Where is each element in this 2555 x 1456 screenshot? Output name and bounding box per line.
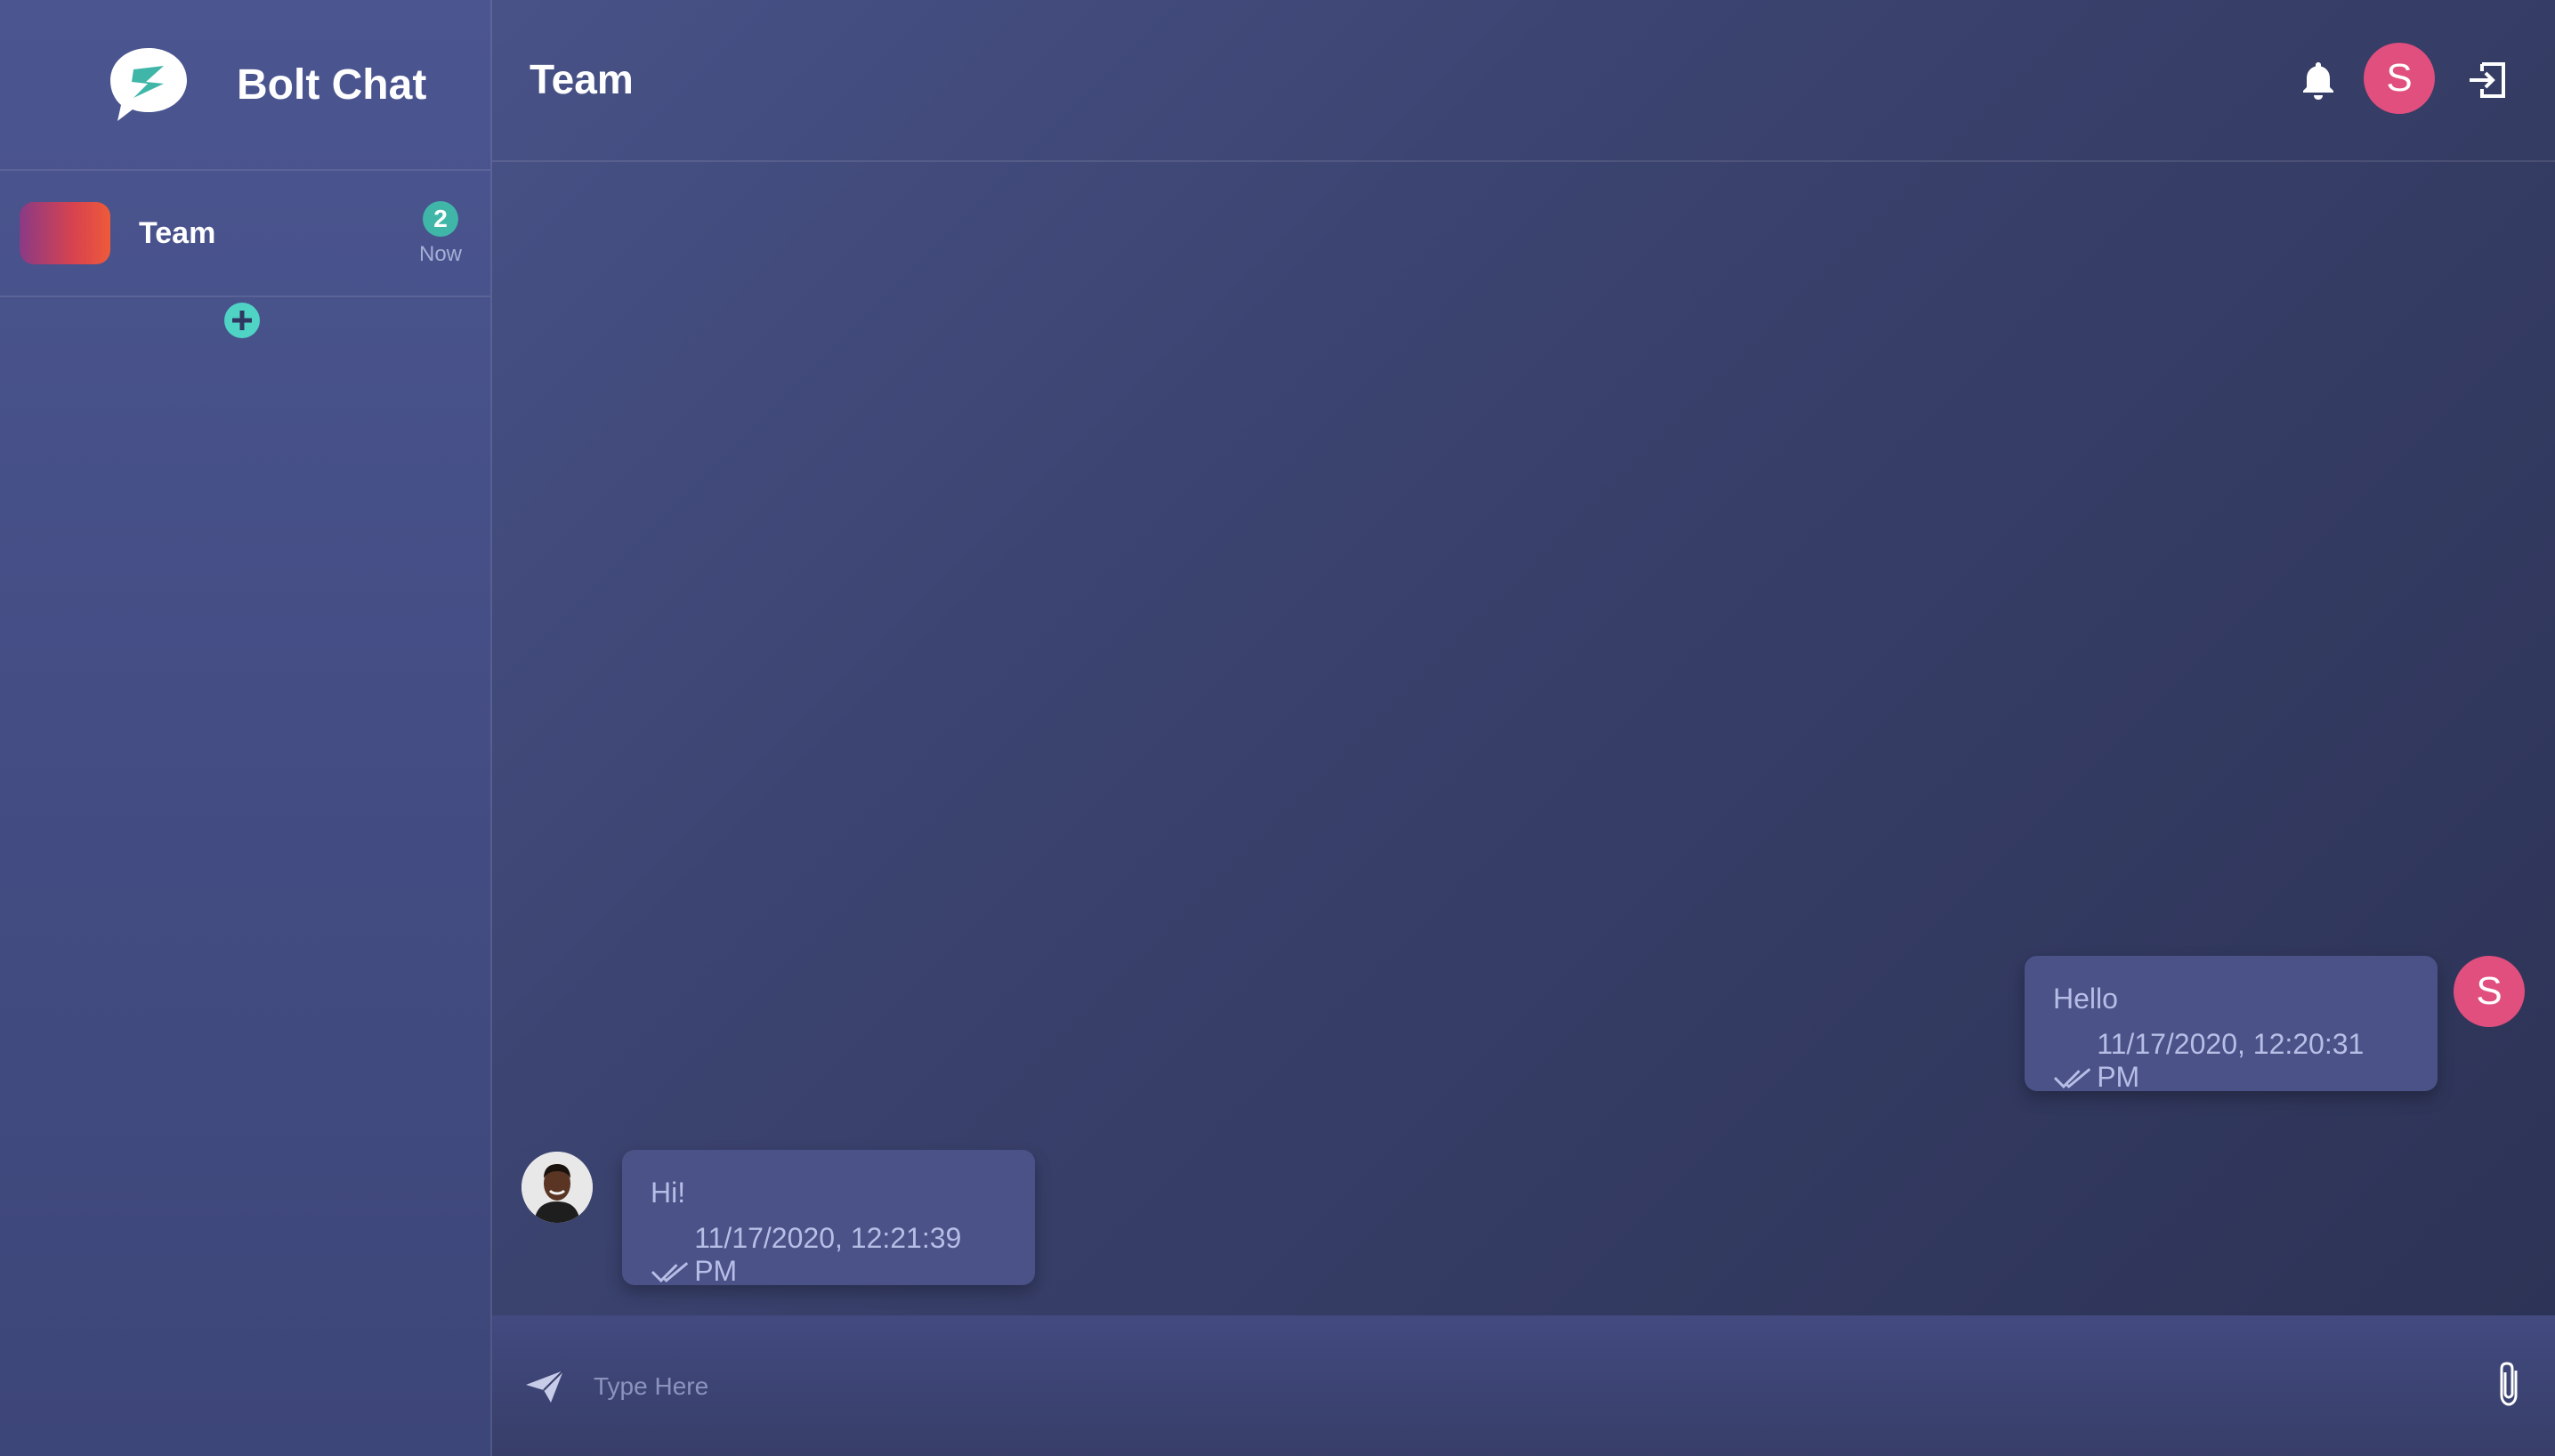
chat-header: Team S [492,0,2555,162]
sender-avatar: S [2454,956,2525,1027]
user-avatar[interactable]: S [2364,43,2435,114]
message-timestamp: 11/17/2020, 12:21:39 PM [694,1222,962,1287]
double-check-icon [2053,1068,2091,1088]
chat-meta: 2 Now [419,201,462,267]
message-composer [492,1315,2555,1456]
person-avatar-icon [522,1152,593,1223]
send-icon[interactable] [524,1369,565,1404]
message-meta: 11/17/2020, 12:20:31 PM [2053,1028,2409,1094]
chat-name: Team [139,215,216,250]
message-text: Hello [2053,983,2118,1015]
chat-time: Now [418,242,462,266]
bell-icon[interactable] [2297,59,2340,101]
sidebar: Bolt Chat Team 2 Now [0,0,492,1456]
chat-list-item-team[interactable]: Team 2 Now [0,171,490,297]
message-bubble-received: Hi! 11/17/2020, 12:21:39 PM [622,1150,1035,1288]
message-text: Hi! [651,1177,686,1209]
brand: Bolt Chat [0,0,490,171]
double-check-icon [651,1262,689,1282]
chat-title: Team [530,56,634,102]
app-name: Bolt Chat [237,61,427,109]
bolt-chat-logo-icon [110,48,187,121]
logout-icon[interactable] [2466,59,2509,101]
message-bubble-sent: Hello 11/17/2020, 12:20:31 PM [2025,956,2438,1094]
sender-avatar-photo [522,1152,593,1223]
chat-thumbnail [20,202,110,264]
message-input[interactable] [592,1358,2375,1415]
message-timestamp: 11/17/2020, 12:20:31 PM [2097,1028,2365,1093]
paperclip-icon[interactable] [2494,1360,2525,1410]
add-chat-button[interactable] [224,303,260,338]
message-meta: 11/17/2020, 12:21:39 PM [651,1222,1007,1288]
unread-badge: 2 [422,201,458,237]
